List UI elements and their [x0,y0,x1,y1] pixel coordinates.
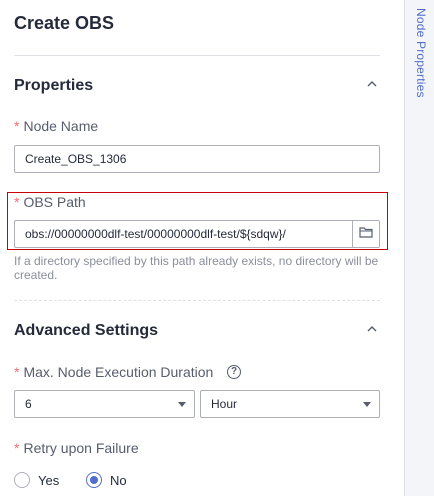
panel-title: Create OBS [14,13,115,33]
node-name-input[interactable]: Create_OBS_1306 [14,145,380,173]
node-properties-tab[interactable]: Node Properties [404,0,434,496]
obs-path-input[interactable]: obs://00000000dlf-test/00000000dlf-test/… [14,220,353,248]
node-name-label: Node Name [23,118,99,134]
obs-path-label: OBS Path [23,194,86,210]
duration-unit-select[interactable]: Hour [200,390,380,418]
required-mark: * [14,194,20,210]
obs-path-hint-line-1: If a directory specified by this path al… [14,254,379,268]
required-mark: * [14,440,20,456]
title-divider [14,55,380,56]
retry-label: Retry upon Failure [23,440,139,456]
node-name-label-row: * Node Name [14,118,98,136]
obs-path-hint-line-2: created. [14,268,58,282]
help-icon[interactable]: ? [227,365,241,379]
retry-label-row: * Retry upon Failure [14,440,139,458]
properties-section-title: Properties [14,77,94,94]
obs-path-label-row: * OBS Path [14,194,86,212]
max-duration-label: Max. Node Execution Duration [23,364,214,380]
duration-unit: Hour [211,397,238,411]
retry-no-radio[interactable] [86,472,102,488]
required-mark: * [14,364,20,380]
duration-value: 6 [25,397,32,411]
advanced-section-title: Advanced Settings [14,322,159,339]
retry-no-label[interactable]: No [110,473,127,488]
caret-down-icon [363,402,371,407]
chevron-up-icon[interactable] [367,80,377,90]
retry-yes-label[interactable]: Yes [38,473,59,488]
obs-path-hint: If a directory specified by this path al… [14,254,378,282]
caret-down-icon [178,402,186,407]
node-properties-tab-label: Node Properties [414,8,428,98]
required-mark: * [14,118,20,134]
retry-yes-radio[interactable] [14,472,30,488]
create-obs-panel: Create OBS Properties * Node Name Create_… [0,0,404,496]
section-divider [14,300,380,301]
folder-icon [359,225,373,243]
max-duration-label-row: * Max. Node Execution Duration [14,364,213,382]
chevron-up-icon[interactable] [367,325,377,335]
duration-value-select[interactable]: 6 [14,390,195,418]
browse-folder-button[interactable] [352,220,380,248]
